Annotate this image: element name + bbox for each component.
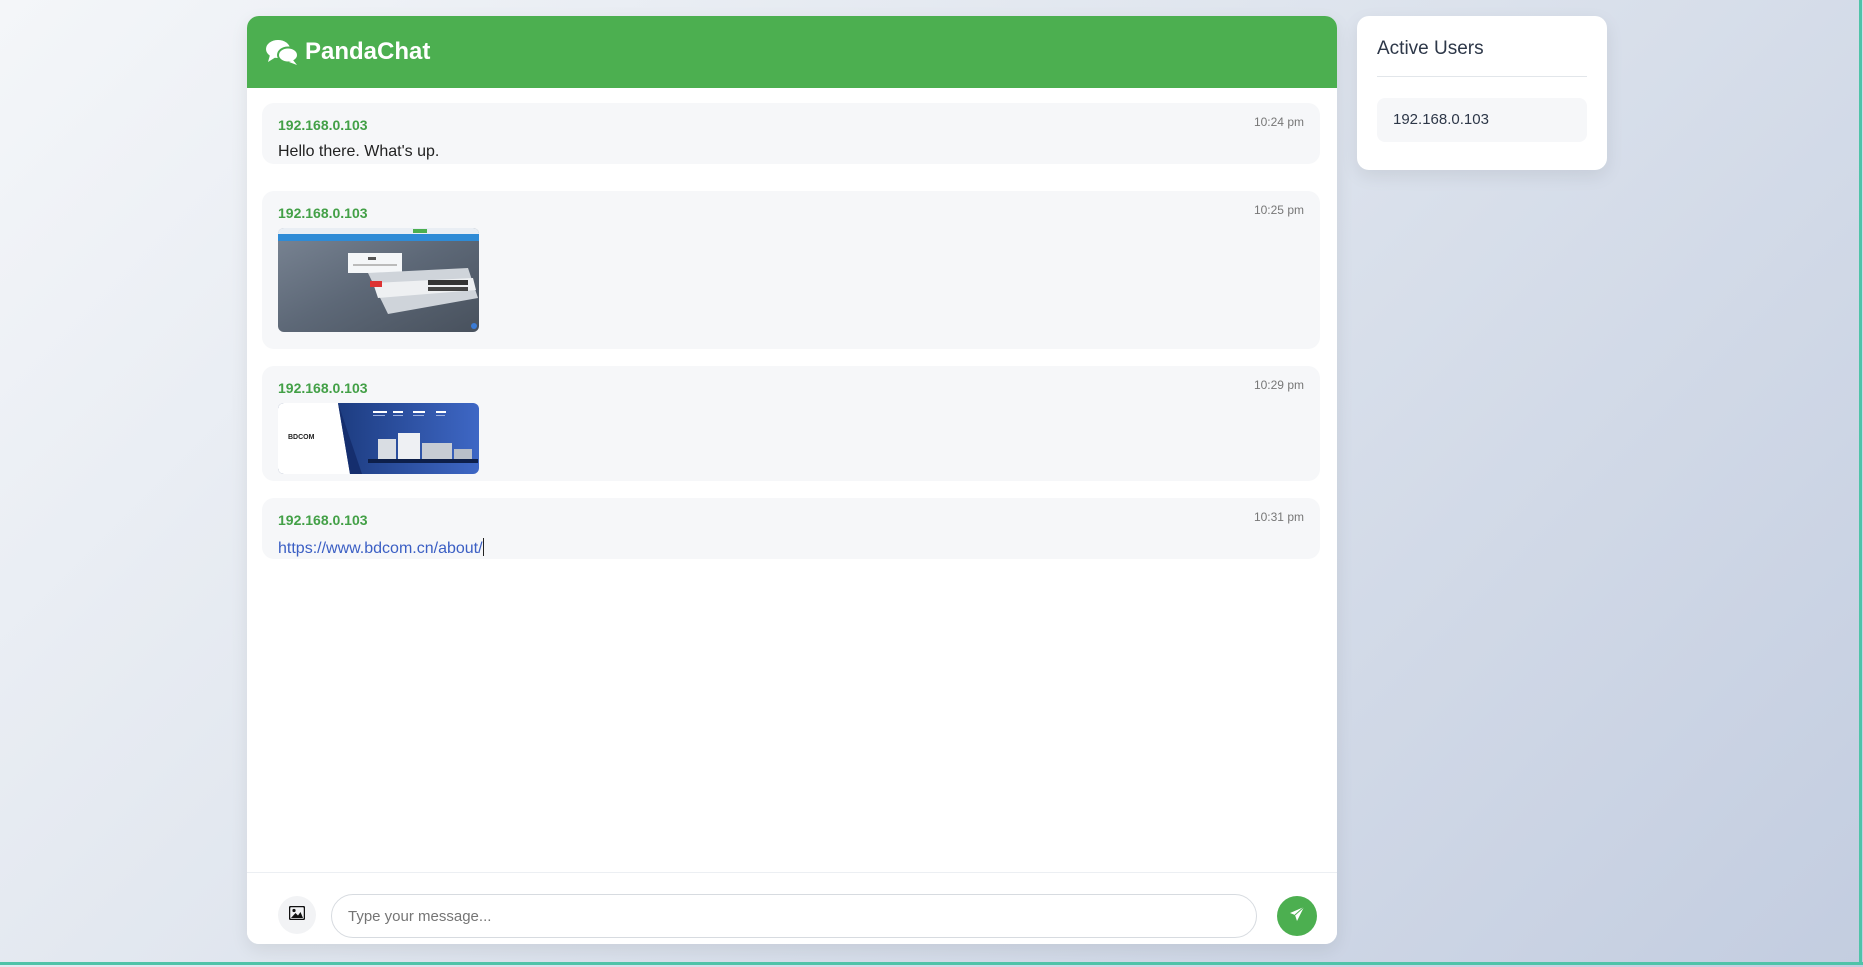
chat-header: PandaChat [247,16,1337,88]
text-caret [482,538,484,556]
message-item: 192.168.0.103 10:25 pm [262,191,1320,349]
active-users-title: Active Users [1377,38,1484,59]
divider [1377,76,1587,77]
message-username: 192.168.0.103 [278,117,368,133]
message-timestamp: 10:25 pm [1253,203,1304,217]
message-link[interactable]: https://www.bdcom.cn/about/ [278,540,483,557]
bdcom-logo-text: BDCOM [288,434,315,441]
message-item: 192.168.0.103 10:31 pm https://www.bdcom… [262,498,1320,559]
message-image[interactable] [278,228,479,332]
message-timestamp: 10:29 pm [1253,378,1304,392]
send-button[interactable] [1277,896,1317,936]
message-username: 192.168.0.103 [278,380,368,396]
message-list[interactable]: 192.168.0.103 10:24 pm Hello there. What… [247,88,1337,872]
message-image[interactable]: BDCOM [278,403,479,474]
message-timestamp: 10:24 pm [1253,115,1304,129]
window-border-right [1859,0,1862,965]
message-text: Hello there. What's up. [278,143,440,160]
image-icon [288,905,306,925]
message-input[interactable] [331,894,1257,938]
comments-icon [265,37,299,67]
active-users-panel: Active Users 192.168.0.103 [1357,16,1607,170]
app-title: PandaChat [305,38,431,65]
chat-panel: PandaChat 192.168.0.103 10:24 pm Hello t… [247,16,1337,944]
active-user-item[interactable]: 192.168.0.103 [1377,98,1587,142]
message-timestamp: 10:31 pm [1253,510,1304,524]
image-upload-button[interactable] [278,896,316,934]
message-link-wrapper: https://www.bdcom.cn/about/ [278,538,484,558]
message-username: 192.168.0.103 [278,205,368,221]
message-username: 192.168.0.103 [278,512,368,528]
window-border-bottom [0,962,1863,965]
message-item: 192.168.0.103 10:24 pm Hello there. What… [262,103,1320,164]
paper-plane-icon [1289,906,1305,927]
composer [247,872,1337,944]
message-item: 192.168.0.103 10:29 pm BDCOM [262,366,1320,481]
